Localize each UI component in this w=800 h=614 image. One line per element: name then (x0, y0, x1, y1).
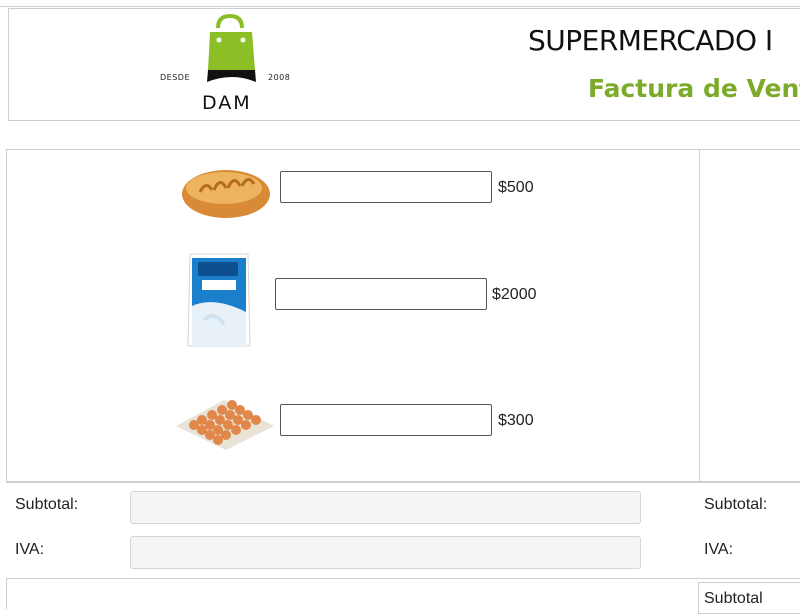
milk-quantity-input[interactable] (275, 278, 487, 310)
store-name: SUPERMERCADO I (528, 24, 773, 57)
iva-label: IVA: (15, 541, 45, 558)
shopping-bag-icon (207, 13, 256, 82)
right-panel (698, 149, 800, 482)
right-iva-label: IVA: (704, 541, 734, 558)
milk-price: $2000 (492, 286, 537, 303)
milk-bag-icon (187, 253, 251, 347)
bread-quantity-input[interactable] (280, 171, 492, 203)
logo-right-text: 2008 (268, 73, 290, 82)
bread-icon (182, 170, 270, 218)
subtotal-field[interactable] (130, 491, 641, 524)
page-top-border (0, 6, 800, 7)
bread-price: $500 (498, 179, 534, 196)
bottom-panel (6, 579, 800, 609)
logo-left-text: DESDE (160, 73, 190, 82)
eggs-quantity-input[interactable] (280, 404, 492, 436)
eggs-price: $300 (498, 412, 534, 429)
subtotal-label: Subtotal: (15, 496, 79, 513)
right-subtotal-label: Subtotal: (704, 496, 768, 513)
bottom-subtotal-label: Subtotal (704, 590, 763, 607)
egg-tray-icon (176, 400, 274, 450)
store-logo: DESDE 2008 DAM (160, 13, 290, 114)
logo-brand-text: DAM (202, 92, 252, 114)
totals-divider-top (6, 482, 800, 483)
iva-field[interactable] (130, 536, 641, 569)
invoice-title: Factura de Venta (588, 74, 800, 103)
